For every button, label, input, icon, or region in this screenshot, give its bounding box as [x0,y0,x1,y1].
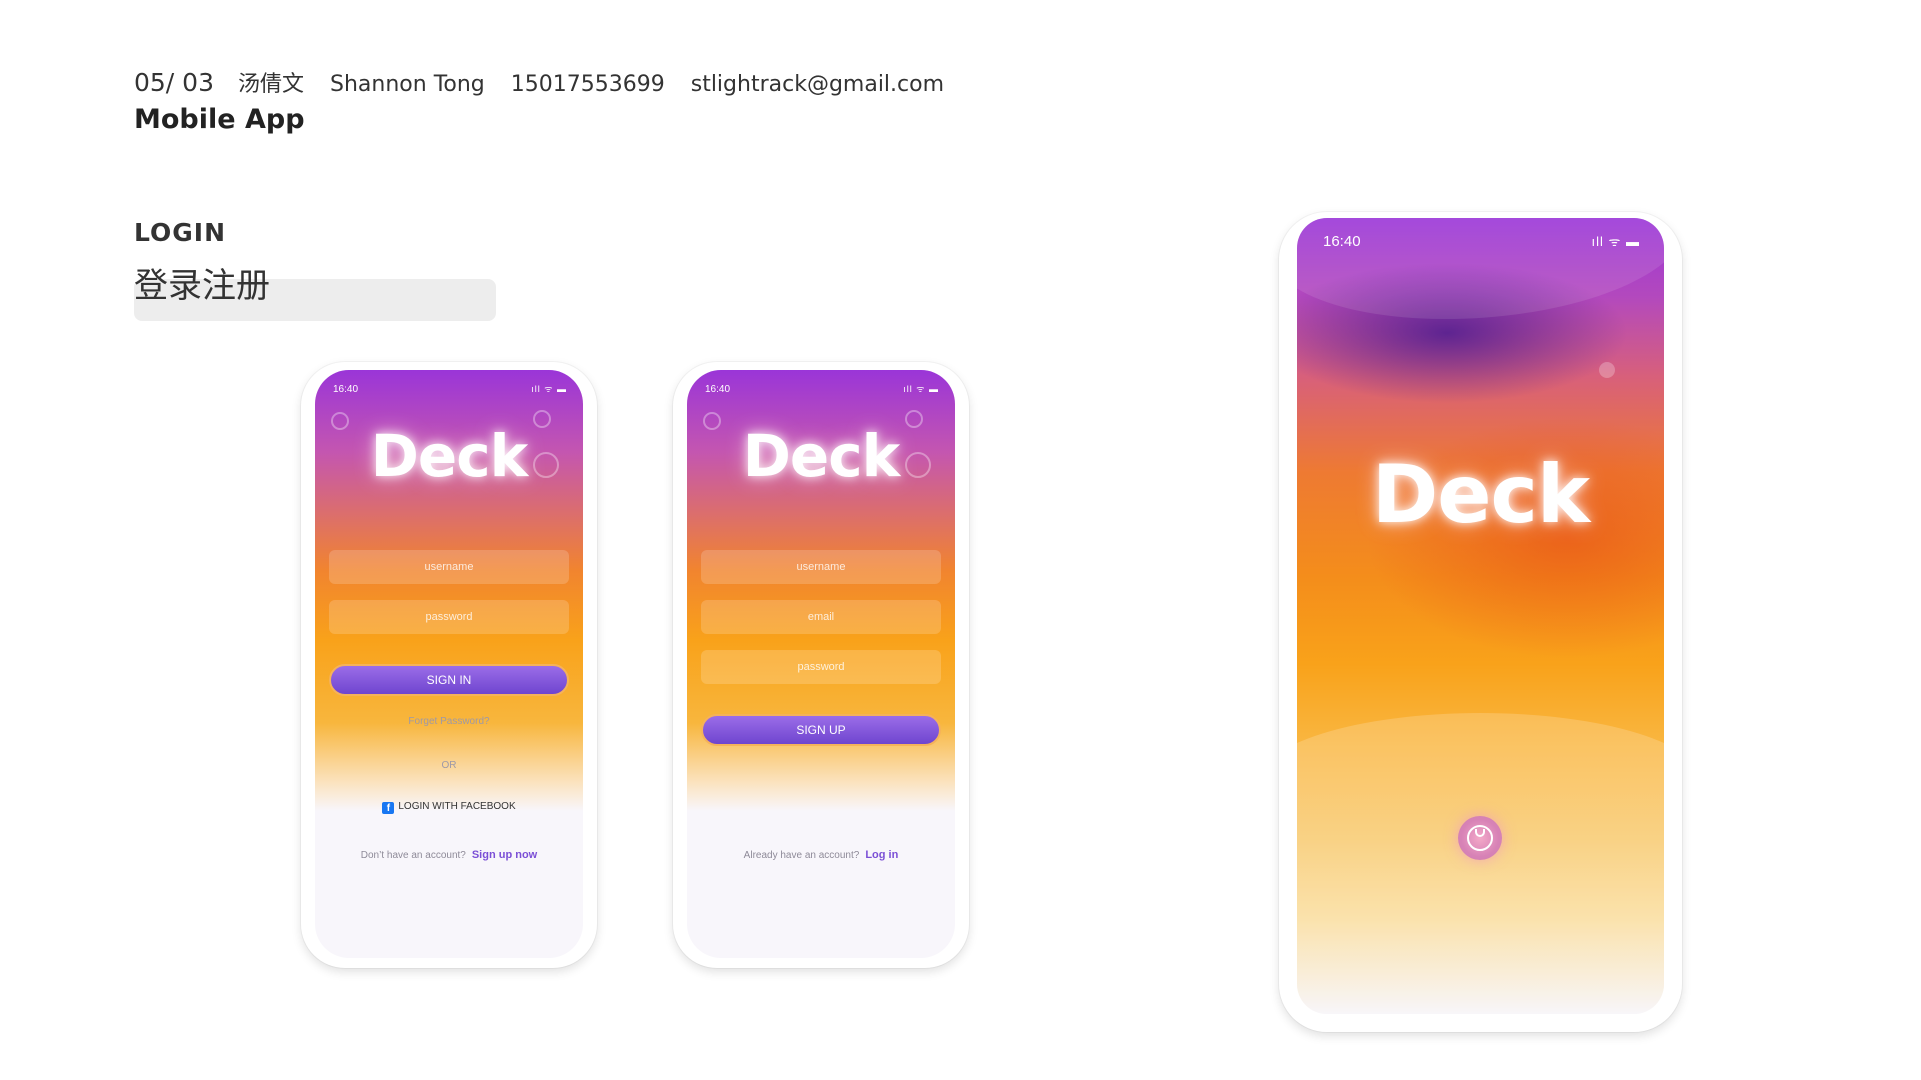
no-account-text: Don’t have an account? [360,850,466,861]
splash-screen: 16:40 ıll ᯤ ▬ Deck [1297,218,1664,1014]
app-logo: Deck [742,422,900,490]
signup-prompt: Don’t have an account? Sign up now [315,849,583,861]
or-divider: OR [441,760,457,771]
bottom-wave [1297,713,1664,1014]
facebook-login-label: LOGIN WITH FACEBOOK [398,801,516,812]
signup-screen: 16:40 ıll ᯤ ▬ Deck SIGN UP Already have … [687,370,955,958]
sign-up-link[interactable]: Sign up now [472,849,537,861]
email-input[interactable] [701,600,941,634]
section-subtitle: 登录注册 [134,266,270,306]
sign-in-button[interactable]: SIGN IN [329,664,569,696]
phone-signup: 16:40 ıll ᯤ ▬ Deck SIGN UP Already have … [673,362,969,968]
author-phone: 15017553699 [510,72,665,97]
page-number: 05/ 03 [134,68,214,97]
section-title: LOGIN [134,218,227,247]
login-screen: 16:40 ıll ᯤ ▬ Deck SIGN IN Forget Passwo… [315,370,583,958]
phone-login: 16:40 ıll ᯤ ▬ Deck SIGN IN Forget Passwo… [301,362,597,968]
decor-dot-icon [1599,362,1615,378]
author-name-cn: 汤倩文 [238,72,305,97]
status-icons: ıll ᯤ ▬ [903,384,939,394]
sign-up-button[interactable]: SIGN UP [701,714,941,746]
username-input[interactable] [329,550,569,584]
password-input[interactable] [701,650,941,684]
app-logo: Deck [1371,448,1590,541]
facebook-icon: f [382,802,395,814]
status-time: 16:40 [705,384,731,395]
header-meta: 05/ 03 汤倩文 Shannon Tong 15017553699 stlightr… [134,66,970,98]
app-logo: Deck [370,422,528,490]
status-time: 16:40 [1323,233,1361,250]
log-in-link[interactable]: Log in [865,849,898,861]
author-email: stlightrack@gmail.com [690,72,945,97]
status-icons: ıll ᯤ ▬ [531,384,567,394]
page-title: Mobile App [134,104,305,135]
password-input[interactable] [329,600,569,634]
have-account-text: Already have an account? [743,850,860,861]
author-name-en: Shannon Tong [330,72,485,97]
touch-id-button[interactable] [1458,816,1502,860]
phone-splash: 16:40 ıll ᯤ ▬ Deck [1279,212,1682,1032]
facebook-login-button[interactable]: f LOGIN WITH FACEBOOK [315,801,583,814]
status-time: 16:40 [333,384,359,395]
forgot-password-link[interactable]: Forget Password? [315,716,583,727]
login-prompt: Already have an account? Log in [687,849,955,861]
status-icons: ıll ᯤ ▬ [1591,234,1640,249]
username-input[interactable] [701,550,941,584]
